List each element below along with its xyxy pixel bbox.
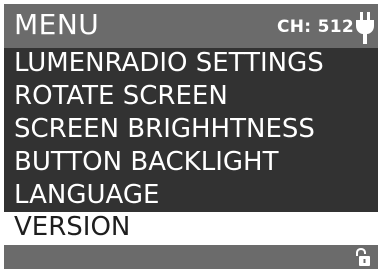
menu-item-lumenradio-settings[interactable]: LUMENRADIO SETTINGS: [4, 48, 378, 79]
menu-item-version[interactable]: VERSION: [4, 212, 378, 243]
footer-bar: [4, 245, 378, 269]
power-plug-icon: [356, 12, 374, 44]
unlocked-padlock-icon: [356, 248, 370, 266]
menu-item-rotate-screen[interactable]: ROTATE SCREEN: [4, 81, 378, 112]
header-bar: MENU CH: 512: [4, 4, 378, 48]
menu-list: LUMENRADIO SETTINGS ROTATE SCREEN SCREEN…: [4, 48, 378, 212]
menu-item-button-backlight[interactable]: BUTTON BACKLIGHT: [4, 147, 378, 178]
menu-item-language[interactable]: LANGUAGE: [4, 180, 378, 211]
page-title: MENU: [14, 8, 100, 41]
device-screen: MENU CH: 512 LUMENRADIO SETTINGS ROTATE …: [4, 4, 378, 269]
channel-indicator: CH: 512: [276, 17, 354, 37]
menu-item-screen-brightness[interactable]: SCREEN BRIGHHTNESS: [4, 114, 378, 145]
